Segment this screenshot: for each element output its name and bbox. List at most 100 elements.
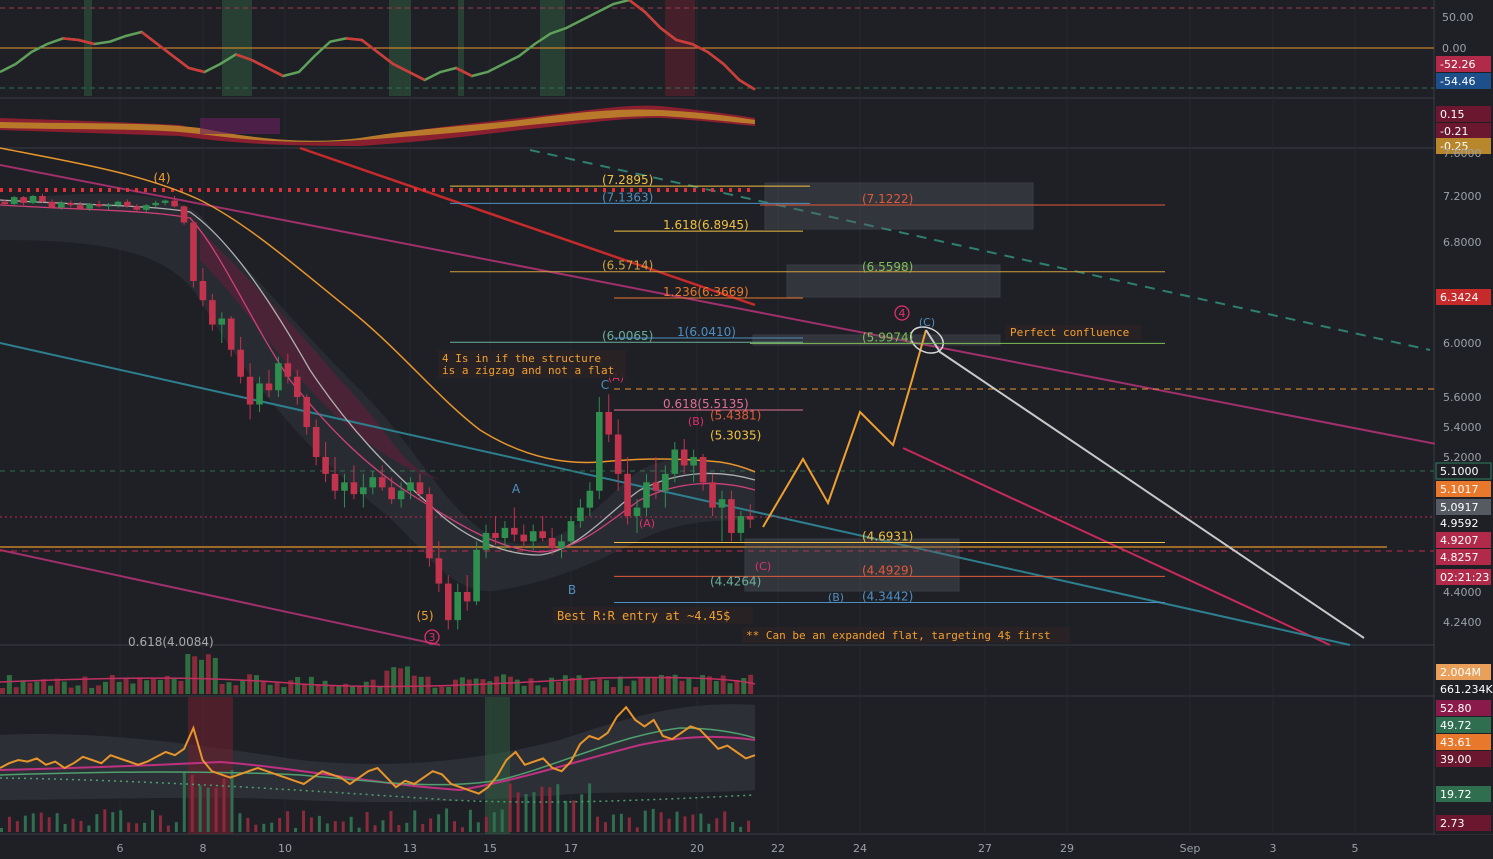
- price-axis-tick: 4.2400: [1443, 616, 1482, 629]
- volume-bar: [226, 682, 232, 694]
- rsi-value-badge: 49.72: [1436, 717, 1491, 733]
- candle-body: [511, 527, 518, 535]
- wave-4-top-label: (4): [154, 171, 171, 185]
- volume-bar: [61, 681, 67, 694]
- osc1-value-badge: -54.46: [1436, 73, 1491, 89]
- rsi-histogram-bar: [389, 811, 393, 832]
- candle-body: [643, 482, 650, 508]
- volume-bar: [205, 654, 211, 694]
- volume-value-badge-text: 2.004M: [1440, 666, 1481, 679]
- wave-B-paren-blue-label: (B): [828, 591, 844, 604]
- volume-bar: [322, 680, 328, 694]
- volume-bar: [686, 677, 692, 694]
- rsi-histogram-bar: [270, 822, 274, 832]
- candle-body: [407, 482, 414, 491]
- volume-bar: [631, 680, 637, 694]
- fib-level-label: (6.0065): [602, 329, 653, 343]
- volume-bar: [13, 687, 19, 694]
- rsi-histogram-bar: [524, 793, 528, 832]
- osc1-value-badge: -52.26: [1436, 56, 1491, 72]
- candle-body: [709, 482, 716, 508]
- osc1-value-badge-text: -54.46: [1440, 75, 1475, 88]
- note-zigzag: 4 Is in if the structure is a zigzag and…: [442, 352, 614, 377]
- rsi-histogram-bar: [659, 812, 663, 832]
- rsi-histogram-bar: [643, 810, 647, 832]
- price-badge-text: 4.9592: [1440, 517, 1479, 530]
- rsi-histogram-bar: [198, 785, 202, 832]
- rsi-histogram-bar: [667, 818, 671, 832]
- candle-body: [20, 197, 27, 203]
- time-axis-tick: 13: [403, 842, 417, 855]
- rsi-histogram-bar: [71, 818, 75, 832]
- target-box-lower: [744, 538, 960, 592]
- volume-bar: [68, 687, 74, 694]
- osc1-axis-tick: 0.00: [1442, 42, 1467, 55]
- rsi-histogram-bar: [580, 794, 584, 832]
- candle-body: [303, 397, 311, 427]
- volume-bar: [439, 686, 445, 694]
- volume-bar: [185, 654, 191, 694]
- rsi-histogram-bar: [206, 787, 210, 832]
- candle-body: [95, 204, 103, 207]
- rsi-value-badge: 52.80: [1436, 700, 1491, 716]
- volume-bar: [336, 686, 342, 694]
- candle-body: [680, 449, 688, 466]
- rsi-value-badge-text: 39.00: [1440, 753, 1472, 766]
- rsi-histogram-bar: [611, 814, 615, 832]
- candle-body: [369, 477, 377, 488]
- candle-body: [331, 473, 339, 491]
- rsi-histogram-bar: [135, 823, 139, 832]
- volume-bar: [576, 675, 582, 694]
- price-badge-text: 02:21:23: [1440, 571, 1489, 584]
- price-axis-tick: 4.4000: [1443, 586, 1482, 599]
- volume-bar: [679, 680, 685, 694]
- volume-bar: [473, 678, 479, 694]
- rsi-histogram-bar: [413, 810, 417, 832]
- rsi-histogram-bar: [294, 827, 298, 832]
- candle-body: [652, 482, 660, 491]
- volume-bar: [130, 683, 136, 694]
- candle-body: [444, 583, 452, 621]
- candle-body: [199, 281, 207, 301]
- price-badge: 5.1000: [1435, 462, 1492, 480]
- candle-body: [171, 200, 178, 207]
- candle-body: [114, 201, 122, 206]
- rsi-histogram-bar: [699, 813, 703, 832]
- trading-chart[interactable]: (7.2895) (7.1363) (7.1222) 1.618(6.8945) (6.…: [0, 0, 1493, 859]
- rsi-value-badge-text: 19.72: [1440, 788, 1472, 801]
- volume-bar: [665, 676, 671, 694]
- time-axis-tick: 10: [278, 842, 292, 855]
- rsi-histogram-bar: [317, 815, 321, 832]
- volume-bar: [157, 679, 163, 694]
- time-axis-tick: 29: [1060, 842, 1074, 855]
- fib-level-label: (7.1363): [602, 190, 653, 204]
- candle: [595, 397, 603, 500]
- volume-bar: [583, 679, 589, 694]
- rsi-histogram-bar: [397, 825, 401, 832]
- rsi-histogram-bar: [484, 816, 488, 832]
- volume-bar: [302, 683, 307, 694]
- candle-body: [482, 532, 490, 550]
- volume-bar: [734, 679, 740, 694]
- candle: [10, 196, 18, 206]
- rsi-histogram-bar: [739, 826, 743, 832]
- price-badge: 4.9592: [1436, 515, 1491, 531]
- candle-body: [614, 434, 622, 474]
- candle-body: [728, 499, 735, 533]
- rsi-histogram-bar: [596, 816, 600, 832]
- fib-level-label: (5.4381): [710, 408, 761, 422]
- volume-bar: [178, 680, 184, 694]
- rsi-histogram-bar: [95, 814, 99, 832]
- price-axis[interactable]: 50.000.00-52.26-54.460.15-0.21-0.257.600…: [1435, 0, 1493, 834]
- candle-body: [29, 196, 37, 203]
- volume-bar: [555, 681, 561, 694]
- candle-body: [360, 487, 367, 495]
- volume-bar: [377, 686, 383, 694]
- volume-bar: [96, 685, 102, 694]
- rsi-histogram-bar: [143, 822, 147, 832]
- volume-bar: [391, 667, 397, 694]
- price-badge: 4.9207: [1436, 532, 1491, 548]
- osc1-value-badge-text: -52.26: [1440, 58, 1475, 71]
- rsi-histogram-bar: [564, 800, 568, 832]
- candle-body: [58, 202, 65, 208]
